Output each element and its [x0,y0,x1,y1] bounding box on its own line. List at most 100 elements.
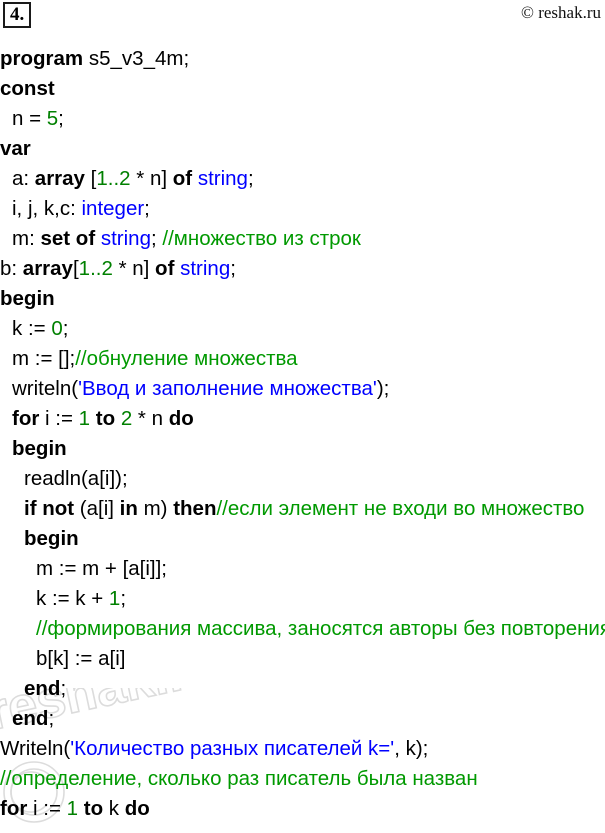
code-token-typ: string [197,167,248,190]
code-line: m: set of string; //множество из строк [0,224,605,254]
code-token-cmt: //множество из строк [162,227,361,250]
code-token-kw: array [22,257,73,280]
code-line: begin [0,284,605,314]
code-token-pln: * n [132,407,169,430]
code-token-kw: of [155,257,175,280]
code-line: Writeln('Количество разных писателей k='… [0,734,605,764]
code-line: end; [0,674,605,704]
code-token-kw: in [119,497,138,520]
code-token-kw: begin [0,287,55,310]
code-line: b: array[1..2 * n] of string; [0,254,605,284]
code-token-cmt: //определение, сколько раз писатель была… [0,767,478,790]
code-token-kw: to [95,407,116,430]
code-token-pln: b: [0,257,23,280]
code-token-kw: for [0,797,28,820]
code-line: n = 5; [0,104,605,134]
code-token-pln: readln(a[i]); [24,467,128,490]
code-line: for i := 1 to 2 * n do [0,404,605,434]
code-token-num: 1 [78,407,91,430]
code-token-pln: b[k] := a[i] [36,647,126,670]
code-line: //формирования массива, заносятся авторы… [0,614,605,644]
code-token-pln: writeln( [12,377,79,400]
code-token-pln: i, j, k,c: [12,197,82,220]
code-token-kw: do [168,407,194,430]
code-token-cmt: //формирования массива, заносятся авторы… [36,617,605,640]
code-token-kw: then [173,497,217,520]
copyright-notice: © reshak.ru [521,3,601,22]
code-line: m := m + [a[i]]; [0,554,605,584]
code-line: var [0,134,605,164]
code-token-kw: end [12,707,49,730]
code-token-pln: s5_v3_4m; [88,47,190,70]
code-token-pln: ; [230,257,236,280]
code-token-pln: ; [120,587,127,610]
code-token-pln: k [103,797,125,820]
code-token-pln: k := k + [36,587,109,610]
code-token-num: 5 [46,107,59,130]
code-token-kw: array [34,167,85,190]
code-token-typ: string [100,227,151,250]
code-token-num: 1 [108,587,121,610]
code-token-pln: a: [12,167,35,190]
code-token-kw: to [83,797,104,820]
code-token-num: 0 [51,317,63,340]
page-header: 4. © reshak.ru [0,0,605,30]
code-line: program s5_v3_4m; [0,44,605,74]
code-line: begin [0,524,605,554]
code-line: b[k] := a[i] [0,644,605,674]
code-line: k := k + 1; [0,584,605,614]
code-token-num: 1..2 [78,257,113,280]
code-token-num: 2 [120,407,133,430]
code-token-kw: program [0,47,89,70]
code-token-cmt: //обнуление множества [75,347,298,370]
code-line: m := [];//обнуление множества [0,344,605,374]
code-token-pln: n = [12,107,47,130]
code-token-pln: ; [58,107,64,130]
code-token-kw: begin [12,437,67,460]
code-token-pln: ; [62,317,69,340]
code-token-pln: ; [247,167,254,190]
code-line: i, j, k,c: integer; [0,194,605,224]
code-token-pln: m := []; [12,347,76,370]
code-line: const [0,74,605,104]
code-token-pln: , k); [394,737,429,760]
code-token-pln: m := m + [a[i]]; [36,557,168,580]
code-token-kw: set of [40,227,96,250]
code-token-pln: [ [84,167,97,190]
code-token-kw: begin [24,527,79,550]
code-token-typ: integer [81,197,145,220]
code-line: for i := 1 to k do [0,794,605,824]
code-token-str: 'Количество разных писателей k=' [70,737,395,760]
code-line: end; [0,704,605,734]
code-listing: program s5_v3_4m;const n = 5; var a: array … [0,44,605,824]
code-token-kw: end [24,677,61,700]
code-token-num: 1 [66,797,79,820]
code-line: //определение, сколько раз писатель была… [0,764,605,794]
code-token-kw: of [172,167,193,190]
code-token-typ: string [180,257,231,280]
code-token-cmt: //если элемент не входи во множество [216,497,585,520]
code-line: k := 0; [0,314,605,344]
code-token-kw: do [124,797,150,820]
code-line: if not (a[i] in m) then//если элемент не… [0,494,605,524]
code-token-pln: ; [48,707,55,730]
code-token-kw: for [12,407,40,430]
code-token-pln: * n] [112,257,156,280]
code-line: begin [0,434,605,464]
code-token-pln: (a[i] [74,497,120,520]
code-token-pln: k := [12,317,52,340]
code-token-pln: ); [376,377,390,400]
code-token-str: 'Ввод и заполнение множества' [78,377,377,400]
code-token-kw: if not [24,497,75,520]
code-token-pln: * n] [130,167,173,190]
code-token-pln: i := [27,797,67,820]
code-token-pln: ; [151,227,163,250]
code-token-pln: m) [137,497,174,520]
code-line: a: array [1..2 * n] of string; [0,164,605,194]
code-token-kw: var [0,137,31,160]
code-line: readln(a[i]); [0,464,605,494]
code-token-kw: const [0,77,55,100]
code-token-pln: i := [39,407,79,430]
code-token-pln: ; [60,677,67,700]
code-token-pln: m: [12,227,41,250]
